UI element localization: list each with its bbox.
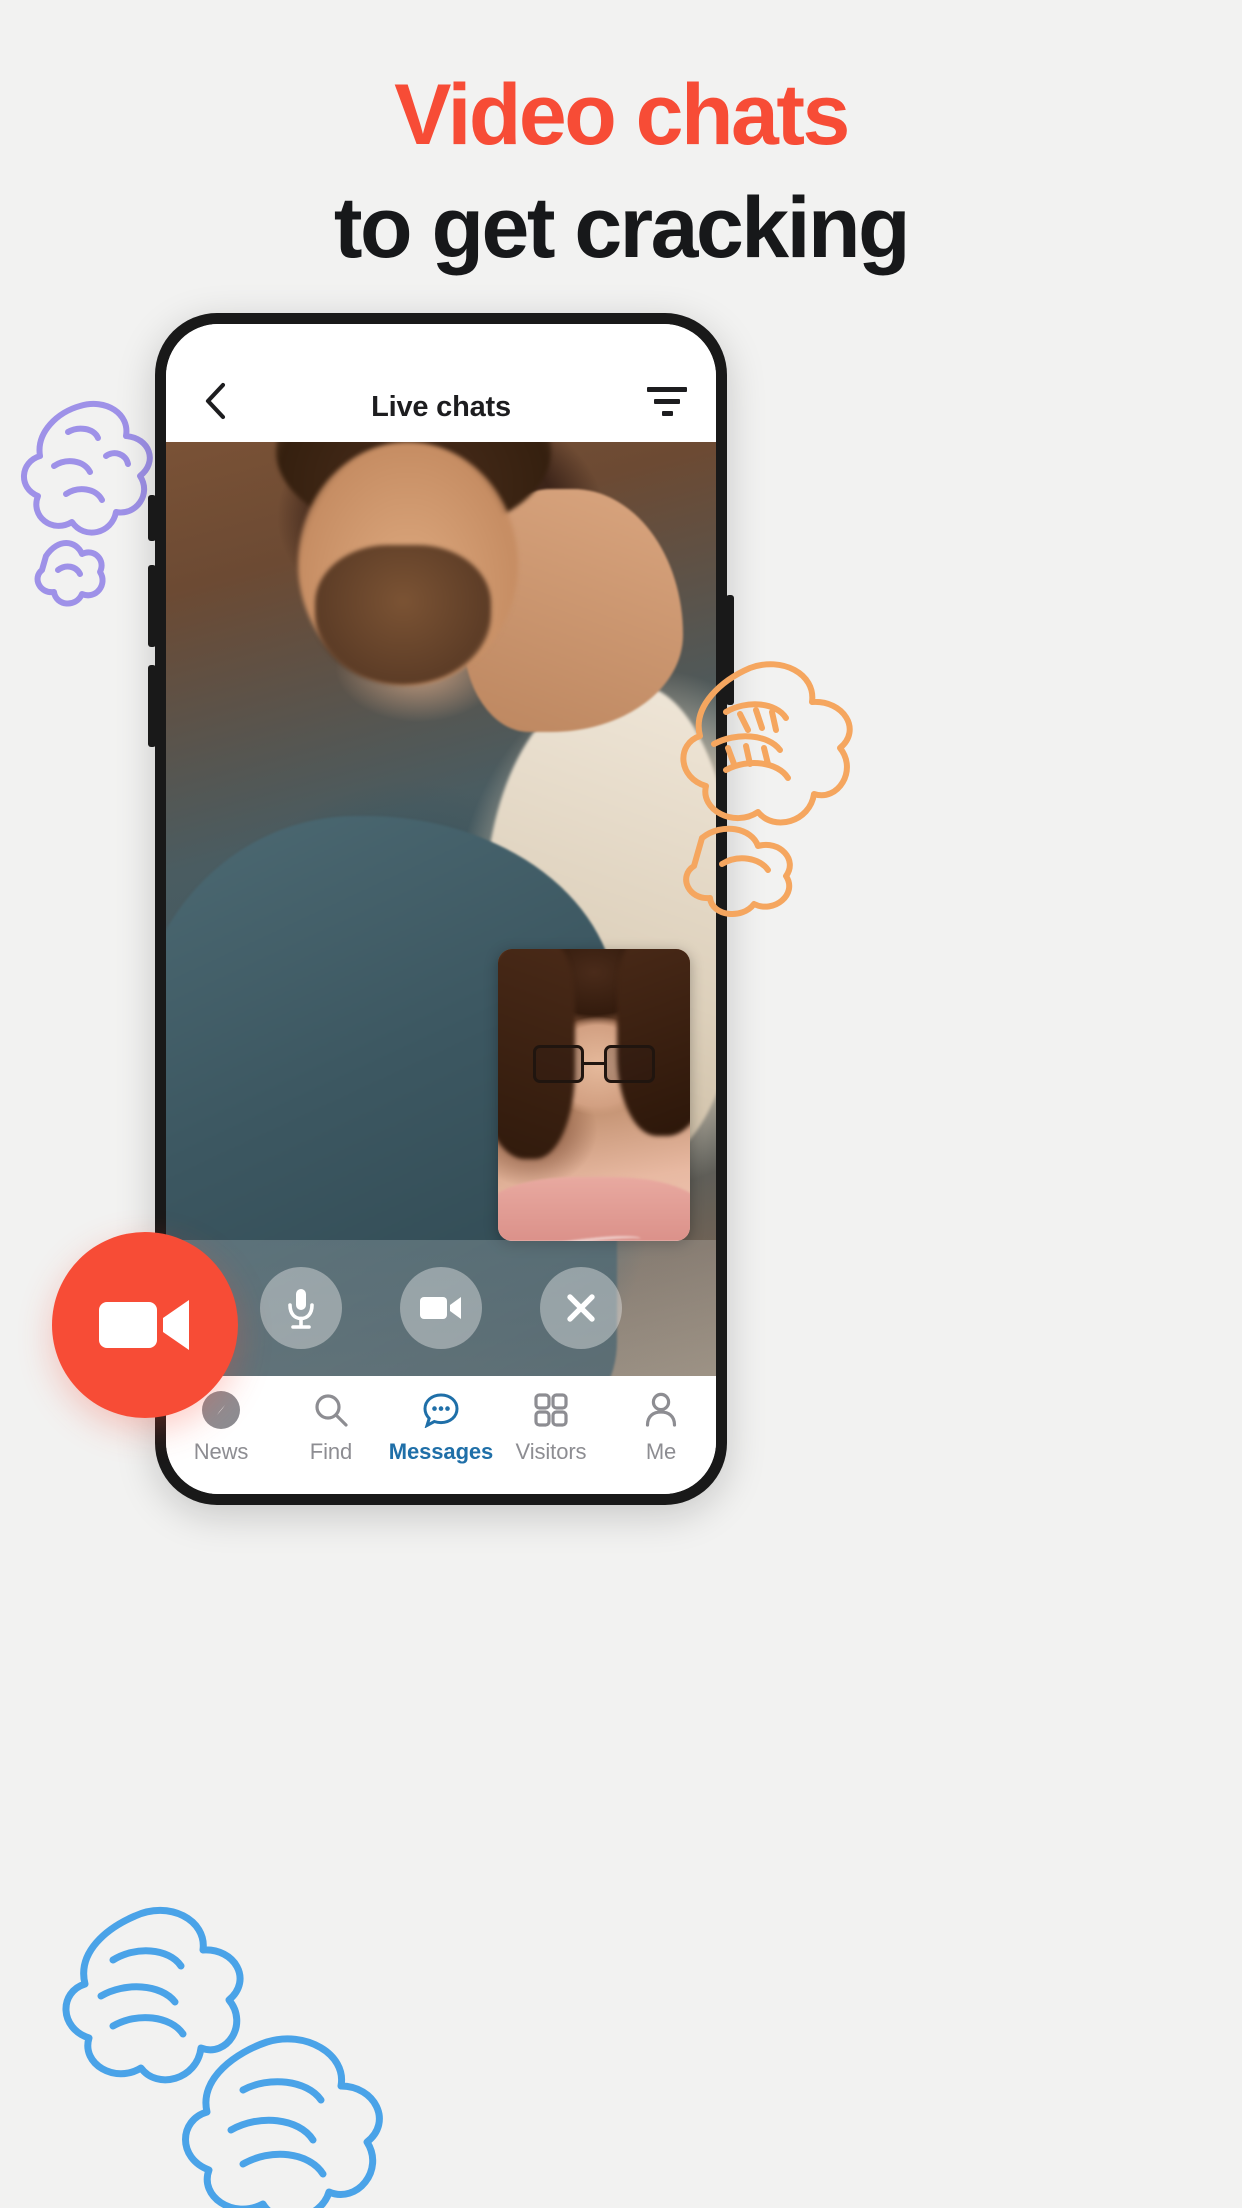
camera-button[interactable] — [400, 1267, 482, 1349]
self-view-glasses — [532, 1045, 656, 1084]
phone-volume-up-button — [148, 565, 156, 647]
filter-button[interactable] — [644, 378, 690, 424]
phone-mockup: Live chats News Find Messages Visitors M… — [148, 313, 734, 1505]
tab-messages[interactable]: Messages — [386, 1391, 496, 1465]
phone-volume-down-button — [148, 665, 156, 747]
tab-find-label: Find — [309, 1439, 353, 1464]
compass-icon — [202, 1391, 240, 1429]
self-view-hair-right — [617, 949, 690, 1136]
self-view-video[interactable] — [498, 949, 690, 1241]
end-call-button[interactable] — [540, 1267, 622, 1349]
app-header: Live chats — [166, 324, 716, 442]
person-icon — [645, 1392, 677, 1427]
tab-news-label: News — [193, 1439, 249, 1464]
tab-find[interactable]: Find — [276, 1391, 386, 1465]
microphone-button[interactable] — [260, 1267, 342, 1349]
remote-video-beard — [314, 544, 491, 685]
search-icon — [315, 1394, 348, 1427]
tab-visitors-label: Visitors — [515, 1439, 587, 1464]
video-call-stage — [166, 442, 716, 1376]
filter-icon-bar-bottom — [661, 410, 673, 416]
compass-needle-icon — [217, 1405, 225, 1415]
tab-me-icon — [644, 1391, 678, 1429]
self-view-top — [498, 1176, 690, 1241]
tab-visitors[interactable]: Visitors — [496, 1391, 606, 1465]
video-camera-icon — [99, 1300, 189, 1350]
chevron-left-icon — [205, 382, 226, 420]
phone-screen: Live chats News Find Messages Visitors M… — [166, 324, 716, 1494]
headline-line-1: Video chats — [394, 67, 850, 163]
back-button[interactable] — [192, 378, 238, 424]
glasses-lens-left — [532, 1045, 585, 1084]
tab-visitors-icon — [534, 1391, 568, 1429]
glasses-lens-right — [603, 1045, 656, 1084]
video-camera-icon — [420, 1297, 461, 1319]
call-controls-bar — [166, 1240, 716, 1376]
phone-power-button — [726, 595, 734, 705]
tab-news-icon — [202, 1391, 240, 1429]
popcorn-scribble-blue-icon — [62, 1906, 383, 2208]
close-icon — [567, 1294, 595, 1322]
tab-me-label: Me — [645, 1439, 677, 1464]
promo-headline: Video chats to get cracking — [0, 67, 1242, 276]
start-video-call-button[interactable] — [52, 1232, 238, 1418]
chat-bubble-icon — [423, 1393, 459, 1428]
microphone-icon — [288, 1289, 314, 1329]
grid-icon — [534, 1393, 568, 1427]
filter-icon-bar-mid — [654, 398, 680, 404]
headline-line-2: to get cracking — [333, 179, 911, 276]
filter-icon-bar-top — [647, 386, 687, 392]
tab-me[interactable]: Me — [606, 1391, 716, 1465]
page-title: Live chats — [371, 391, 511, 423]
bottom-tab-bar: News Find Messages Visitors Me — [166, 1376, 716, 1494]
tab-find-icon — [313, 1391, 349, 1429]
tab-messages-label: Messages — [388, 1439, 494, 1464]
tab-messages-icon — [422, 1391, 460, 1429]
glasses-bridge — [584, 1062, 604, 1066]
phone-mute-switch — [148, 495, 156, 541]
